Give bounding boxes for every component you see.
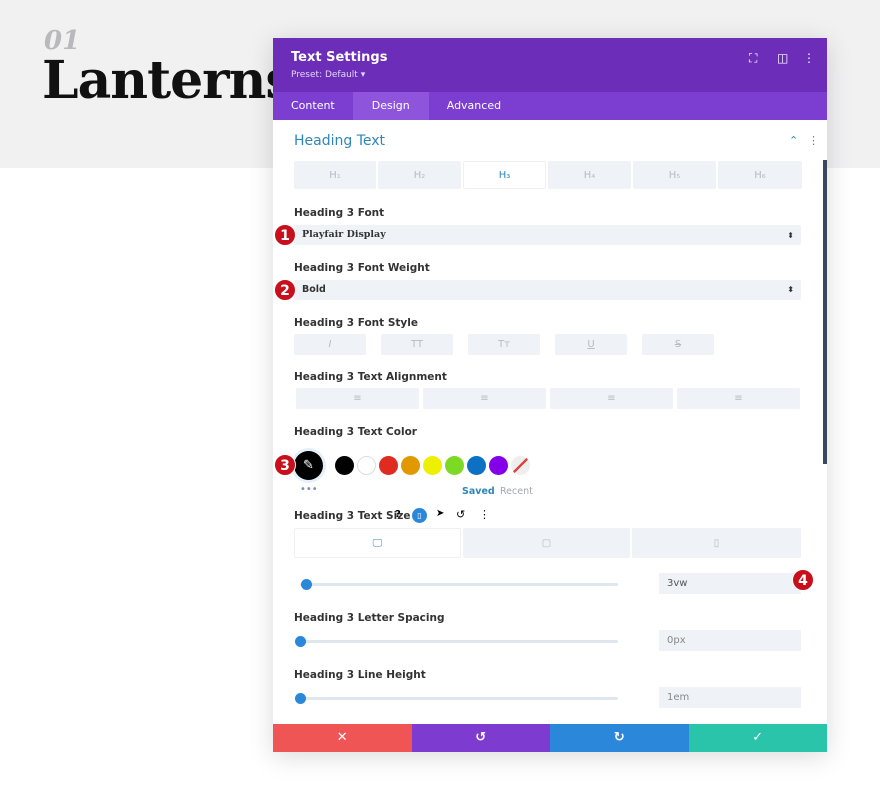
undo-button[interactable]: ↺ bbox=[411, 724, 550, 752]
capitalize-button[interactable]: Tт bbox=[468, 334, 540, 355]
alignment-label: Heading 3 Text Alignment bbox=[294, 371, 447, 383]
more-colors-icon[interactable]: ••• bbox=[300, 484, 318, 495]
modal-footer: ✕ ↺ ↻ ✓ bbox=[273, 724, 827, 752]
letter-spacing-label: Heading 3 Letter Spacing bbox=[294, 612, 445, 624]
recent-colors-tab[interactable]: Recent bbox=[500, 486, 533, 497]
text-settings-modal: Text Settings Preset: Default ▾ ⛶ ◫ ⋮ Co… bbox=[273, 38, 827, 752]
swatch-blue[interactable] bbox=[467, 456, 486, 475]
step-badge-4: 4 bbox=[792, 569, 814, 591]
swatch-orange[interactable] bbox=[401, 456, 420, 475]
modal-title: Text Settings bbox=[291, 50, 388, 65]
tablet-icon[interactable]: ▢ bbox=[463, 528, 630, 558]
font-weight-select[interactable]: Bold ⬍ bbox=[294, 280, 801, 300]
check-icon: ✓ bbox=[752, 730, 764, 745]
tab-content[interactable]: Content bbox=[273, 92, 353, 120]
font-style-label: Heading 3 Font Style bbox=[294, 317, 418, 329]
preset-dropdown[interactable]: Preset: Default ▾ bbox=[291, 70, 365, 80]
select-arrows-icon: ⬍ bbox=[787, 230, 794, 240]
alignment-buttons: ≡ ≡ ≡ ≡ bbox=[296, 388, 800, 409]
fullscreen-icon[interactable]: ⛶ bbox=[749, 51, 757, 66]
h1-button[interactable]: H₁ bbox=[294, 161, 376, 189]
h5-button[interactable]: H₅ bbox=[633, 161, 716, 189]
swatch-white[interactable] bbox=[357, 456, 376, 475]
save-button[interactable]: ✓ bbox=[688, 724, 827, 752]
line-height-slider[interactable] bbox=[295, 693, 618, 704]
heading-level-selector: H₁ H₂ H₃ H₄ H₅ H₆ bbox=[294, 161, 802, 189]
help-icon[interactable]: ? bbox=[395, 509, 401, 520]
underline-button[interactable]: U bbox=[555, 334, 627, 355]
slider-handle[interactable] bbox=[295, 693, 306, 704]
letter-spacing-input[interactable]: 0px bbox=[659, 630, 801, 651]
options-icon[interactable]: ⋮ bbox=[479, 508, 490, 521]
phone-icon[interactable]: ▯ bbox=[632, 528, 801, 558]
text-size-label: Heading 3 Text Size bbox=[294, 510, 411, 522]
step-badge-3: 3 bbox=[274, 454, 296, 476]
section-title[interactable]: Heading Text bbox=[294, 133, 385, 149]
text-size-input[interactable]: 3vw bbox=[659, 573, 801, 594]
select-arrows-icon: ⬍ bbox=[787, 285, 794, 294]
undo-icon: ↺ bbox=[475, 730, 487, 745]
font-weight-label: Heading 3 Font Weight bbox=[294, 262, 430, 274]
h2-button[interactable]: H₂ bbox=[378, 161, 461, 189]
eyedropper-color-picker[interactable]: ✎ bbox=[294, 451, 323, 480]
section-menu-icon[interactable]: ⋮ bbox=[808, 134, 819, 147]
close-icon: ✕ bbox=[336, 730, 348, 745]
redo-icon: ↻ bbox=[613, 730, 625, 745]
desktop-icon[interactable]: 🖵 bbox=[294, 528, 461, 558]
letter-spacing-slider[interactable] bbox=[295, 636, 618, 647]
tab-design[interactable]: Design bbox=[352, 92, 429, 120]
scrollbar[interactable] bbox=[823, 160, 827, 464]
line-height-input[interactable]: 1em bbox=[659, 687, 801, 708]
collapse-icon[interactable]: ⌃ bbox=[789, 134, 798, 147]
swatch-green[interactable] bbox=[445, 456, 464, 475]
align-justify-icon[interactable]: ≡ bbox=[677, 388, 800, 409]
responsive-icon[interactable]: ▯ bbox=[412, 508, 427, 523]
swatch-purple[interactable] bbox=[489, 456, 508, 475]
modal-header: Text Settings Preset: Default ▾ ⛶ ◫ ⋮ bbox=[273, 38, 827, 92]
saved-colors-tab[interactable]: Saved bbox=[462, 486, 495, 497]
text-size-slider[interactable] bbox=[300, 579, 618, 590]
device-tabs: 🖵 ▢ ▯ bbox=[294, 528, 801, 558]
swatch-red[interactable] bbox=[379, 456, 398, 475]
align-left-icon[interactable]: ≡ bbox=[296, 388, 419, 409]
font-label: Heading 3 Font bbox=[294, 207, 385, 219]
h4-button[interactable]: H₄ bbox=[548, 161, 631, 189]
h3-button[interactable]: H₃ bbox=[463, 161, 546, 189]
hover-cursor-icon[interactable]: ➤ bbox=[436, 508, 444, 519]
redo-button[interactable]: ↻ bbox=[550, 724, 689, 752]
tab-bar: Content Design Advanced bbox=[273, 92, 827, 120]
align-right-icon[interactable]: ≡ bbox=[550, 388, 673, 409]
cancel-button[interactable]: ✕ bbox=[273, 724, 412, 752]
step-badge-1: 1 bbox=[274, 224, 296, 246]
font-value: Playfair Display bbox=[302, 229, 386, 240]
color-label: Heading 3 Text Color bbox=[294, 426, 417, 438]
line-height-label: Heading 3 Line Height bbox=[294, 669, 426, 681]
h6-button[interactable]: H₆ bbox=[718, 161, 802, 189]
tab-advanced[interactable]: Advanced bbox=[429, 92, 519, 120]
slider-handle[interactable] bbox=[295, 636, 306, 647]
more-options-icon[interactable]: ⋮ bbox=[803, 51, 815, 65]
slider-handle[interactable] bbox=[301, 579, 312, 590]
swatch-clear-icon[interactable] bbox=[511, 456, 530, 475]
font-weight-value: Bold bbox=[302, 284, 326, 295]
font-style-buttons: I TT Tт U S bbox=[294, 334, 714, 355]
strikethrough-button[interactable]: S bbox=[642, 334, 714, 355]
swatch-black[interactable] bbox=[335, 456, 354, 475]
page-title: Lanterns bbox=[42, 50, 295, 111]
swatch-yellow[interactable] bbox=[423, 456, 442, 475]
eyedropper-icon: ✎ bbox=[303, 458, 314, 473]
uppercase-button[interactable]: TT bbox=[381, 334, 453, 355]
align-center-icon[interactable]: ≡ bbox=[423, 388, 546, 409]
sidebar-toggle-icon[interactable]: ◫ bbox=[777, 51, 788, 65]
step-badge-2: 2 bbox=[274, 279, 296, 301]
italic-button[interactable]: I bbox=[294, 334, 366, 355]
reset-icon[interactable]: ↺ bbox=[456, 508, 465, 521]
font-select[interactable]: Playfair Display ⬍ bbox=[294, 225, 801, 245]
